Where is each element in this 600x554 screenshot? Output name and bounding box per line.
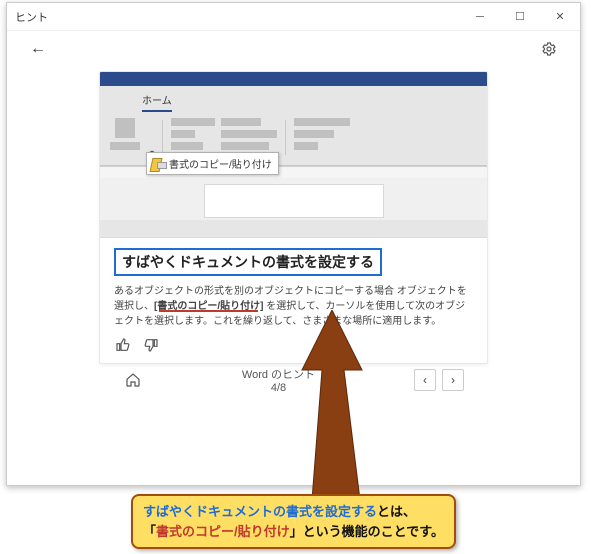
- mock-word-app: ホーム ▾ 書式のコピー/貼り付け: [100, 72, 487, 238]
- thumbs-down-icon: [143, 337, 159, 353]
- mock-tab-blank: [120, 94, 130, 112]
- pager: ‹ ›: [414, 369, 464, 391]
- tip-link-format-painter[interactable]: [書式のコピー/貼り付け]: [154, 301, 263, 312]
- next-button[interactable]: ›: [442, 369, 464, 391]
- tip-title-box: すばやくドキュメントの書式を設定する: [114, 248, 382, 276]
- bottom-bar: Word のヒント 4/8 ‹ ›: [99, 364, 488, 404]
- content-area: ホーム ▾ 書式のコピー/貼り付け: [7, 67, 580, 404]
- mock-page: [204, 184, 384, 218]
- thumbs-up-icon: [115, 337, 131, 353]
- close-button[interactable]: ✕: [540, 3, 580, 30]
- tip-card: ホーム ▾ 書式のコピー/貼り付け: [99, 71, 488, 364]
- minimize-button[interactable]: ─: [460, 3, 500, 30]
- format-painter-button: 書式のコピー/貼り付け: [146, 152, 279, 175]
- feedback-row: [114, 329, 473, 353]
- brush-icon: [151, 158, 165, 170]
- tip-description: あるオブジェクトの形式を別のオブジェクトにコピーする場合 オブジェクトを選択し、…: [114, 284, 473, 329]
- thumbs-down-button[interactable]: [142, 337, 160, 353]
- tips-window: ヒント ─ ☐ ✕ ← ホーム ▾: [6, 2, 581, 486]
- tip-body: すばやくドキュメントの書式を設定する あるオブジェクトの形式を別のオブジェクトに…: [100, 238, 487, 363]
- mock-document-area: [100, 178, 487, 220]
- app-toolbar: ←: [7, 31, 580, 67]
- titlebar: ヒント ─ ☐ ✕: [7, 3, 580, 31]
- maximize-button[interactable]: ☐: [500, 3, 540, 30]
- home-button[interactable]: [123, 370, 143, 390]
- page-info: Word のヒント 4/8: [242, 366, 315, 394]
- settings-button[interactable]: [536, 36, 562, 62]
- mock-tabs: ホーム: [100, 86, 487, 112]
- tip-pager-text: 4/8: [242, 382, 315, 394]
- tip-title: すばやくドキュメントの書式を設定する: [122, 254, 374, 270]
- home-icon: [125, 372, 141, 388]
- window-title: ヒント: [15, 9, 48, 25]
- gear-icon: [541, 41, 557, 57]
- back-button[interactable]: ←: [25, 36, 51, 62]
- thumbs-up-button[interactable]: [114, 337, 132, 353]
- annotation-callout: すばやくドキュメントの書式を設定するとは、 「書式のコピー/貼り付け」という機能…: [131, 494, 456, 549]
- format-painter-label: 書式のコピー/貼り付け: [169, 156, 272, 171]
- prev-button[interactable]: ‹: [414, 369, 436, 391]
- window-controls: ─ ☐ ✕: [460, 3, 580, 30]
- tip-category: Word のヒント: [242, 366, 315, 382]
- mock-titlebar: [100, 72, 487, 86]
- mock-tab-home: ホーム: [142, 92, 172, 112]
